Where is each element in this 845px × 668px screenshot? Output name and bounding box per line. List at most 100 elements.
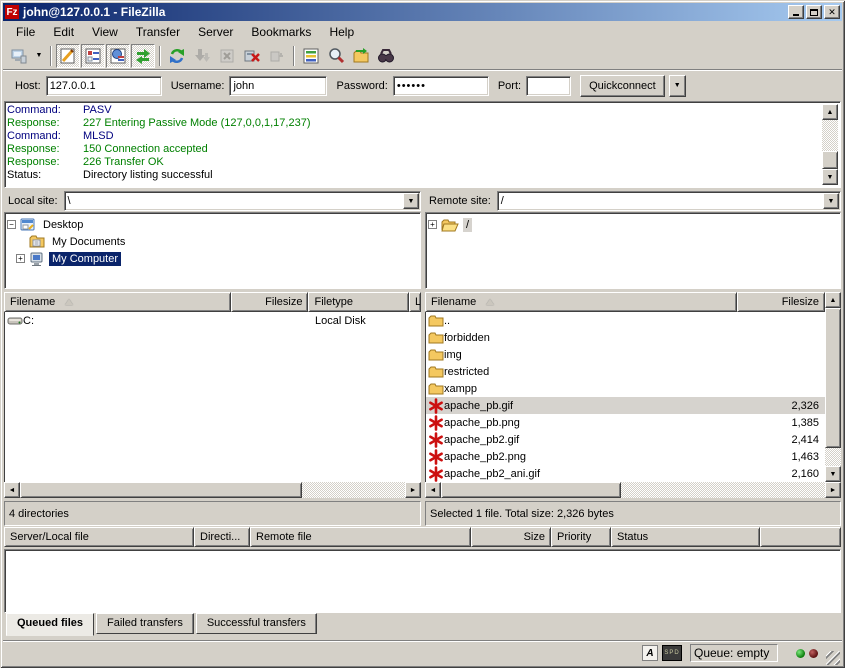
scroll-right-button[interactable]: ►: [405, 482, 421, 498]
password-input[interactable]: [393, 76, 489, 96]
process-queue-button[interactable]: [190, 44, 214, 68]
find-files-button[interactable]: [374, 44, 398, 68]
scroll-left-button[interactable]: ◄: [425, 482, 441, 498]
column-header-direction[interactable]: Directi...: [194, 527, 250, 547]
remote-tree-icon: [109, 47, 127, 65]
file-row-local-c[interactable]: C: Local Disk: [5, 312, 421, 329]
resize-grip[interactable]: [826, 651, 840, 665]
image-file-icon: [426, 449, 444, 465]
toggle-transfer-queue-button[interactable]: [131, 44, 155, 68]
scroll-thumb[interactable]: [441, 482, 621, 498]
minimize-icon: [793, 14, 799, 16]
scroll-up-button[interactable]: ▲: [825, 292, 841, 308]
close-button[interactable]: ✕: [824, 5, 840, 19]
local-horizontal-scrollbar[interactable]: ◄ ►: [4, 482, 421, 498]
menu-transfer[interactable]: Transfer: [127, 23, 189, 41]
menu-help[interactable]: Help: [320, 23, 363, 41]
directory-comparison-button[interactable]: [324, 44, 348, 68]
toggle-remote-tree-button[interactable]: [106, 44, 130, 68]
local-site-dropdown-button[interactable]: ▼: [403, 193, 419, 209]
scroll-down-button[interactable]: ▼: [822, 169, 838, 185]
host-input[interactable]: [46, 76, 162, 96]
toggle-message-log-button[interactable]: [56, 44, 80, 68]
message-log[interactable]: Command:PASV Response:227 Entering Passi…: [4, 101, 841, 188]
collapse-icon[interactable]: −: [7, 220, 16, 229]
column-header-lastmodified[interactable]: L: [409, 292, 421, 312]
tab-queued-files[interactable]: Queued files: [6, 613, 94, 636]
toggle-local-tree-button[interactable]: [81, 44, 105, 68]
column-header-server-local-file[interactable]: Server/Local file: [4, 527, 194, 547]
file-row[interactable]: apache_pb2.gif 2,414: [426, 431, 825, 448]
file-row[interactable]: apache_pb2.png 1,463: [426, 448, 825, 465]
remote-site-combo[interactable]: / ▼: [497, 191, 841, 211]
column-header-filesize[interactable]: Filesize: [231, 292, 309, 312]
scroll-thumb[interactable]: [20, 482, 302, 498]
column-header-filename[interactable]: Filename: [425, 292, 737, 312]
message-log-icon: [59, 47, 77, 65]
local-site-value: \: [65, 195, 403, 207]
column-header-size[interactable]: Size: [471, 527, 551, 547]
site-manager-button[interactable]: [7, 44, 31, 68]
menu-file[interactable]: File: [7, 23, 44, 41]
scroll-thumb[interactable]: [822, 151, 838, 169]
column-header-priority[interactable]: Priority: [551, 527, 611, 547]
tree-item-my-documents[interactable]: My Documents: [7, 233, 418, 250]
reconnect-button[interactable]: [265, 44, 289, 68]
file-row[interactable]: ..: [426, 312, 825, 329]
remote-tree[interactable]: + /: [425, 212, 841, 289]
down-arrow-icon: ▼: [827, 174, 834, 181]
refresh-button[interactable]: [165, 44, 189, 68]
local-tree[interactable]: − Desktop My Documents +: [4, 212, 421, 289]
file-row[interactable]: restricted: [426, 363, 825, 380]
column-header-filetype[interactable]: Filetype: [308, 292, 409, 312]
column-header-remote-file[interactable]: Remote file: [250, 527, 471, 547]
local-file-list[interactable]: C: Local Disk: [4, 312, 421, 482]
column-header-status[interactable]: Status: [611, 527, 760, 547]
remote-site-label: Remote site:: [425, 195, 497, 207]
remote-site-dropdown-button[interactable]: ▼: [823, 193, 839, 209]
scroll-thumb[interactable]: [825, 308, 841, 448]
remote-horizontal-scrollbar[interactable]: ◄ ►: [425, 482, 841, 498]
quickconnect-bar: Host: Username: Password: Port: Quickcon…: [3, 71, 842, 100]
maximize-button[interactable]: [806, 5, 822, 19]
column-header-filename[interactable]: Filename: [4, 292, 231, 312]
quickconnect-dropdown-button[interactable]: ▼: [669, 75, 686, 97]
expand-icon[interactable]: +: [16, 254, 25, 263]
username-input[interactable]: [229, 76, 327, 96]
log-vertical-scrollbar[interactable]: ▲ ▼: [822, 104, 838, 185]
scroll-left-button[interactable]: ◄: [4, 482, 20, 498]
menu-server[interactable]: Server: [189, 23, 242, 41]
synchronized-browsing-button[interactable]: [349, 44, 373, 68]
remote-vertical-scrollbar[interactable]: ▲ ▼: [825, 292, 841, 482]
file-row[interactable]: apache_pb2_ani.gif 2,160: [426, 465, 825, 482]
scroll-right-button[interactable]: ►: [825, 482, 841, 498]
port-input[interactable]: [526, 76, 571, 96]
file-row[interactable]: apache_pb.png 1,385: [426, 414, 825, 431]
file-row[interactable]: xampp: [426, 380, 825, 397]
file-row[interactable]: forbidden: [426, 329, 825, 346]
expand-icon[interactable]: +: [428, 220, 437, 229]
file-row-selected[interactable]: apache_pb.gif 2,326: [426, 397, 825, 414]
cancel-operation-button[interactable]: [215, 44, 239, 68]
column-header-filesize[interactable]: Filesize: [737, 292, 825, 312]
tree-item-my-computer[interactable]: + My Computer: [7, 250, 418, 267]
menu-edit[interactable]: Edit: [44, 23, 83, 41]
filter-button[interactable]: [299, 44, 323, 68]
disconnect-button[interactable]: [240, 44, 264, 68]
scroll-down-button[interactable]: ▼: [825, 466, 841, 482]
tree-item-root[interactable]: + /: [428, 216, 838, 233]
folder-icon: [426, 365, 444, 379]
quickconnect-button[interactable]: Quickconnect: [580, 75, 665, 97]
tree-item-desktop[interactable]: − Desktop: [7, 216, 418, 233]
local-site-combo[interactable]: \ ▼: [64, 191, 421, 211]
queue-list[interactable]: [4, 549, 841, 613]
menu-bookmarks[interactable]: Bookmarks: [242, 23, 320, 41]
minimize-button[interactable]: [788, 5, 804, 19]
site-manager-dropdown-button[interactable]: ▼: [32, 44, 46, 68]
menu-view[interactable]: View: [83, 23, 127, 41]
tab-failed-transfers[interactable]: Failed transfers: [96, 613, 194, 634]
tab-successful-transfers[interactable]: Successful transfers: [196, 613, 317, 634]
file-row[interactable]: img: [426, 346, 825, 363]
scroll-up-button[interactable]: ▲: [822, 104, 838, 120]
remote-file-list[interactable]: .. forbidden img restricted: [425, 312, 825, 482]
